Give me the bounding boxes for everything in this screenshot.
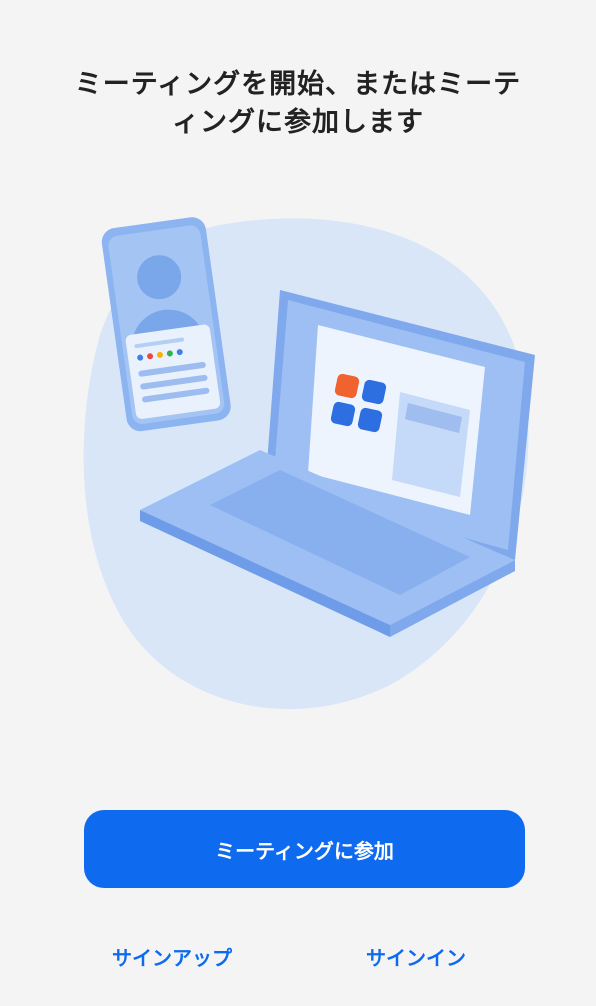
title-line-1: ミーティングを開始、またはミーテ	[74, 69, 522, 100]
page-title: ミーティングを開始、またはミーテ ィングに参加します	[40, 66, 556, 142]
sign-up-link[interactable]: サインアップ	[112, 938, 232, 978]
title-line-2: ィングに参加します	[172, 107, 424, 138]
meeting-devices-illustration	[83, 217, 535, 710]
join-meeting-button[interactable]: ミーティングに参加	[84, 810, 525, 888]
sign-in-link[interactable]: サインイン	[366, 938, 466, 978]
welcome-screen: ミーティングを開始、またはミーテ ィングに参加します ミーティングに参加 サイン…	[0, 0, 596, 1006]
